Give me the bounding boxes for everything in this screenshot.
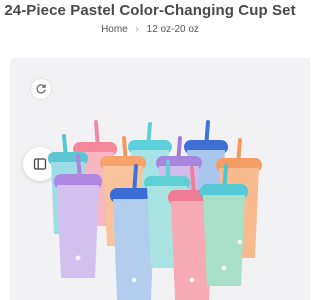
breadcrumb: Home › 12 oz-20 oz [0,24,300,35]
product-image [48,120,262,300]
chevron-right-icon: › [135,24,139,35]
page-title: 24-Piece Pastel Color-Changing Cup Set [4,2,296,19]
rotate-view-button[interactable] [30,78,52,100]
breadcrumb-current: 12 oz-20 oz [146,24,199,35]
rotate-360-icon [36,84,46,94]
breadcrumb-home-link[interactable]: Home [101,24,128,35]
